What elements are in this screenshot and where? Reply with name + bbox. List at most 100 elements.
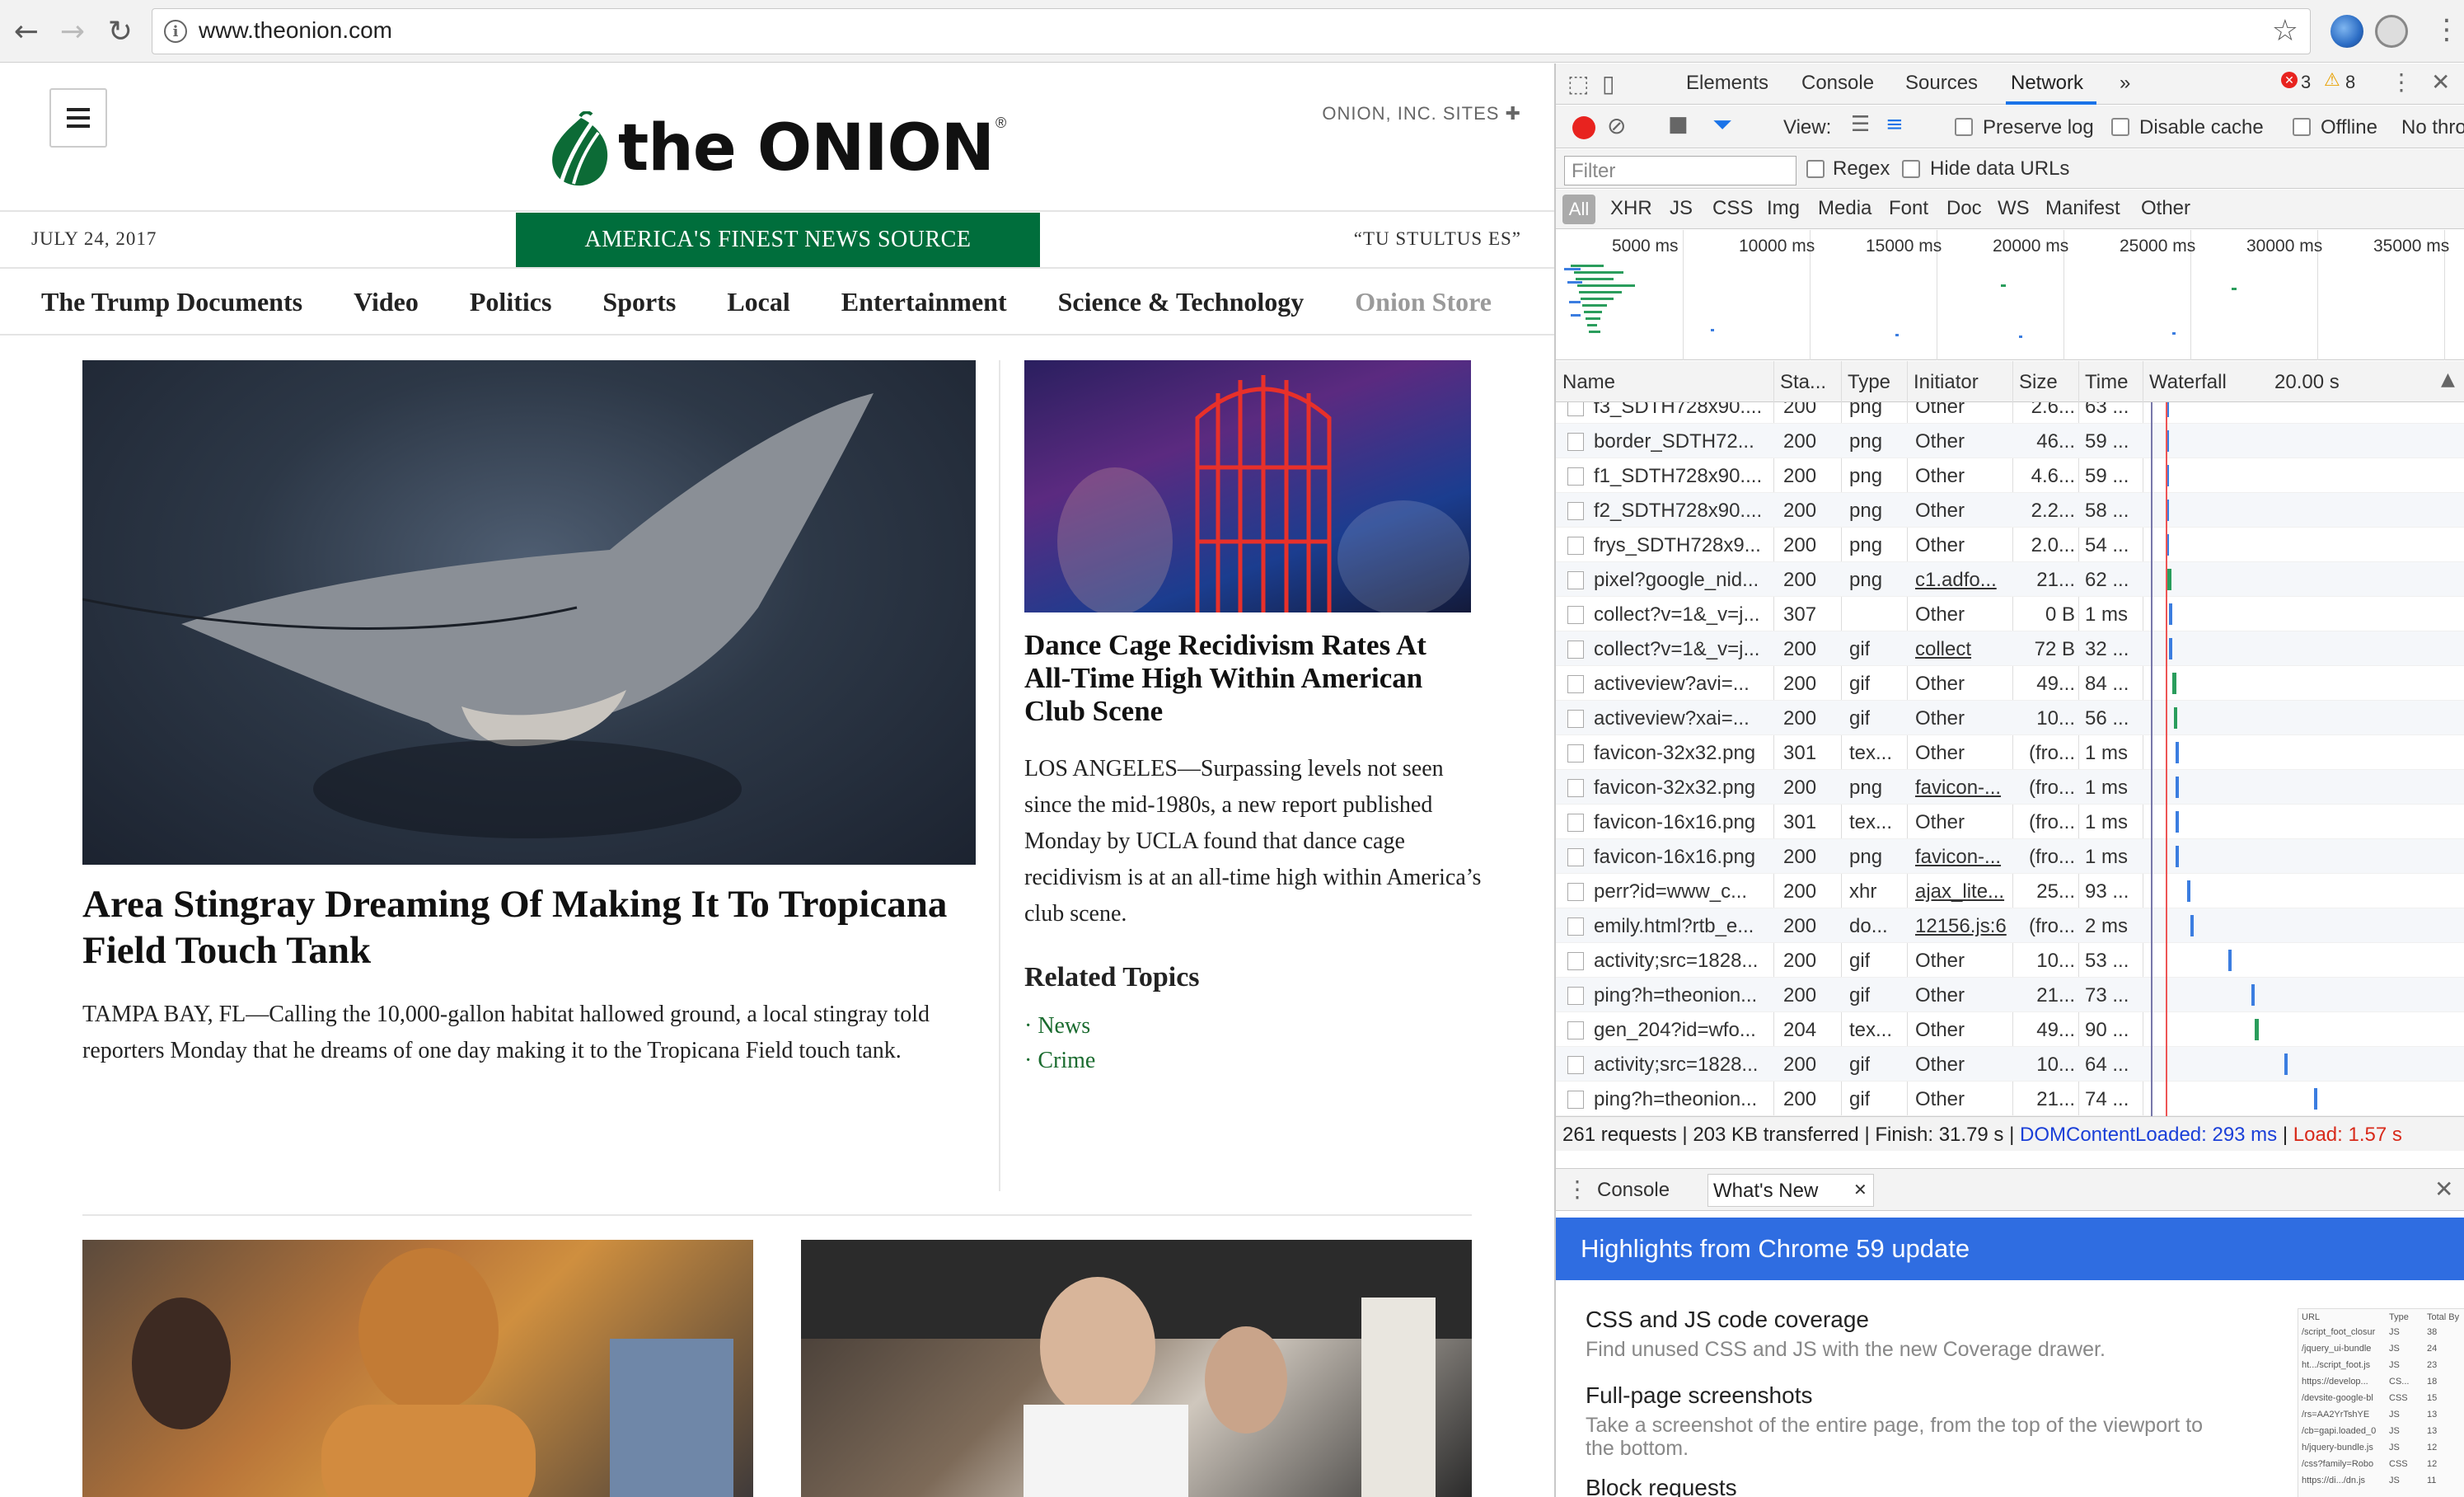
warning-icon[interactable]: ⚠ (2324, 70, 2340, 91)
nav-item-science-technology[interactable]: Science & Technology (1058, 287, 1305, 317)
waterfall-view-icon[interactable]: ≡ (1885, 112, 1904, 137)
warning-count[interactable]: 8 (2345, 72, 2355, 93)
column-size[interactable]: Size (2019, 371, 2058, 394)
request-row[interactable]: perr?id=www_c... 200 xhr ajax_lite... 25... 9… (1556, 874, 2464, 908)
disable-cache-label[interactable]: Disable cache (2139, 116, 2264, 139)
request-row[interactable]: activity;src=1828... 200 gif Other 10... 53 .… (1556, 943, 2464, 978)
bookmark-star-icon[interactable]: ☆ (2272, 14, 2298, 48)
close-drawer-icon[interactable]: ✕ (2434, 1176, 2453, 1203)
column-type[interactable]: Type (1848, 371, 1890, 394)
offline-checkbox[interactable] (2293, 118, 2311, 136)
hamburger-menu-icon[interactable] (49, 88, 107, 148)
main-story-headline[interactable]: Area Stingray Dreaming Of Making It To T… (82, 881, 956, 974)
request-initiator[interactable]: c1.adfo... (1915, 569, 2007, 592)
site-info-icon[interactable]: i (164, 20, 187, 43)
type-img[interactable]: Img (1767, 197, 1800, 220)
offline-label[interactable]: Offline (2321, 116, 2377, 139)
sort-ascending-icon[interactable]: ▲ (2441, 369, 2455, 390)
type-doc[interactable]: Doc (1946, 197, 1982, 220)
back-icon[interactable]: ← (8, 12, 45, 51)
request-initiator[interactable]: ajax_lite... (1915, 880, 2007, 903)
hide-data-urls-checkbox[interactable] (1902, 160, 1920, 178)
request-row[interactable]: pixel?google_nid... 200 png c1.adfo... 21...… (1556, 562, 2464, 597)
request-row[interactable]: activity;src=1828... 200 gif Other 10... 64 .… (1556, 1047, 2464, 1082)
device-toolbar-icon[interactable]: ▯ (1602, 70, 1614, 97)
nav-item-sports[interactable]: Sports (602, 287, 676, 317)
request-row[interactable]: f3_SDTH728x90.... 200 png Other 2.6... 63 ... (1556, 402, 2464, 424)
request-row[interactable]: collect?v=1&_v=j... 307 Other 0 B 1 ms (1556, 597, 2464, 631)
story-image-bottom-right[interactable] (801, 1240, 1472, 1497)
nav-item-local[interactable]: Local (727, 287, 789, 317)
extension-icon[interactable] (2330, 15, 2363, 48)
reload-icon[interactable]: ↻ (102, 12, 138, 51)
inspect-element-icon[interactable]: ⬚ (1567, 70, 1589, 97)
more-tabs-button[interactable]: » (2120, 72, 2130, 95)
request-row[interactable]: f2_SDTH728x90.... 200 png Other 2.2... 58 ... (1556, 493, 2464, 528)
request-row[interactable]: frys_SDTH728x9... 200 png Other 2.0... 54 ... (1556, 528, 2464, 562)
close-devtools-icon[interactable]: ✕ (2431, 68, 2450, 96)
nav-item-onion-store[interactable]: Onion Store (1355, 287, 1492, 317)
request-row[interactable]: gen_204?id=wfo... 204 tex... Other 49... 90 .… (1556, 1012, 2464, 1047)
column-status[interactable]: Sta... (1780, 371, 1826, 394)
error-count[interactable]: 3 (2301, 72, 2311, 93)
type-manifest[interactable]: Manifest (2045, 197, 2120, 220)
story-image-bottom-left[interactable] (82, 1240, 753, 1497)
onion-logo[interactable]: the ONION ® (544, 111, 1014, 194)
record-icon[interactable] (1572, 116, 1595, 139)
hide-data-urls-label[interactable]: Hide data URLs (1930, 157, 2069, 181)
nav-item-trump-documents[interactable]: The Trump Documents (41, 287, 302, 317)
request-row[interactable]: f1_SDTH728x90.... 200 png Other 4.6... 59 ... (1556, 458, 2464, 493)
regex-label[interactable]: Regex (1833, 157, 1890, 181)
throttling-select[interactable]: No thro (2401, 116, 2464, 139)
side-story-headline[interactable]: Dance Cage Recidivism Rates At All-Time … (1024, 629, 1471, 728)
request-row[interactable]: activeview?avi=... 200 gif Other 49... 84 ... (1556, 666, 2464, 701)
network-overview-timeline[interactable]: 5000 ms 10000 ms 15000 ms 20000 ms 25000… (1556, 230, 2464, 360)
close-tab-icon[interactable]: ✕ (1853, 1180, 1867, 1199)
type-js[interactable]: JS (1670, 197, 1693, 220)
main-story-image[interactable] (82, 360, 976, 865)
preserve-log-checkbox[interactable] (1955, 118, 1973, 136)
tab-console[interactable]: Console (1801, 72, 1874, 95)
request-row[interactable]: favicon-32x32.png 200 png favicon-... (fro..… (1556, 770, 2464, 805)
large-rows-icon[interactable]: ☰ (1851, 112, 1870, 137)
type-all[interactable]: All (1562, 195, 1595, 224)
error-icon[interactable]: ✕ (2281, 72, 2298, 88)
column-initiator[interactable]: Initiator (1914, 371, 1979, 394)
related-topic-crime[interactable]: · Crime (1024, 1048, 1095, 1074)
type-media[interactable]: Media (1818, 197, 1871, 220)
preserve-log-label[interactable]: Preserve log (1983, 116, 2094, 139)
forward-icon[interactable]: → (54, 12, 91, 51)
request-initiator[interactable]: favicon-... (1915, 777, 2007, 800)
tab-elements[interactable]: Elements (1686, 72, 1768, 95)
type-xhr[interactable]: XHR (1610, 197, 1652, 220)
extension-icon-2[interactable] (2375, 15, 2408, 48)
request-row[interactable]: activeview?xai=... 200 gif Other 10... 56 ... (1556, 701, 2464, 735)
onion-sites-link[interactable]: ONION, INC. SITES ✚ (1322, 103, 1521, 124)
column-time[interactable]: Time (2085, 371, 2128, 394)
request-row[interactable]: favicon-16x16.png 301 tex... Other (fro... 1 … (1556, 805, 2464, 839)
url-text[interactable]: www.theonion.com (199, 17, 392, 44)
request-row[interactable]: favicon-32x32.png 301 tex... Other (fro... 1 … (1556, 735, 2464, 770)
screenshot-camera-icon[interactable]: ■ (1668, 112, 1689, 137)
address-bar[interactable]: i www.theonion.com ☆ (152, 8, 2311, 54)
side-story-image[interactable] (1024, 360, 1471, 612)
column-waterfall[interactable]: Waterfall (2149, 371, 2227, 394)
clear-icon[interactable]: ⊘ (1607, 112, 1626, 139)
type-other[interactable]: Other (2141, 197, 2190, 220)
drawer-tab-whats-new[interactable]: What's New ✕ (1707, 1174, 1874, 1207)
type-css[interactable]: CSS (1712, 197, 1753, 220)
request-initiator[interactable]: favicon-... (1915, 846, 2007, 869)
nav-item-politics[interactable]: Politics (470, 287, 552, 317)
filter-funnel-icon[interactable]: ⏷ (1712, 110, 1732, 139)
request-row[interactable]: collect?v=1&_v=j... 200 gif collect 72 B 32 .… (1556, 631, 2464, 666)
nav-item-entertainment[interactable]: Entertainment (841, 287, 1007, 317)
request-initiator[interactable]: 12156.js:6 (1915, 915, 2007, 938)
tab-network[interactable]: Network (2011, 72, 2083, 95)
request-row[interactable]: emily.html?rtb_e... 200 do... 12156.js:6 (fr… (1556, 908, 2464, 943)
request-row[interactable]: ping?h=theonion... 200 gif Other 21... 74 ... (1556, 1082, 2464, 1116)
request-row[interactable]: border_SDTH72... 200 png Other 46... 59 ... (1556, 424, 2464, 458)
menu-kebab-icon[interactable]: ⋮ (2433, 13, 2461, 46)
related-topic-news[interactable]: · News (1024, 1013, 1090, 1039)
request-row[interactable]: favicon-16x16.png 200 png favicon-... (fro..… (1556, 839, 2464, 874)
request-initiator[interactable]: collect (1915, 638, 2007, 661)
